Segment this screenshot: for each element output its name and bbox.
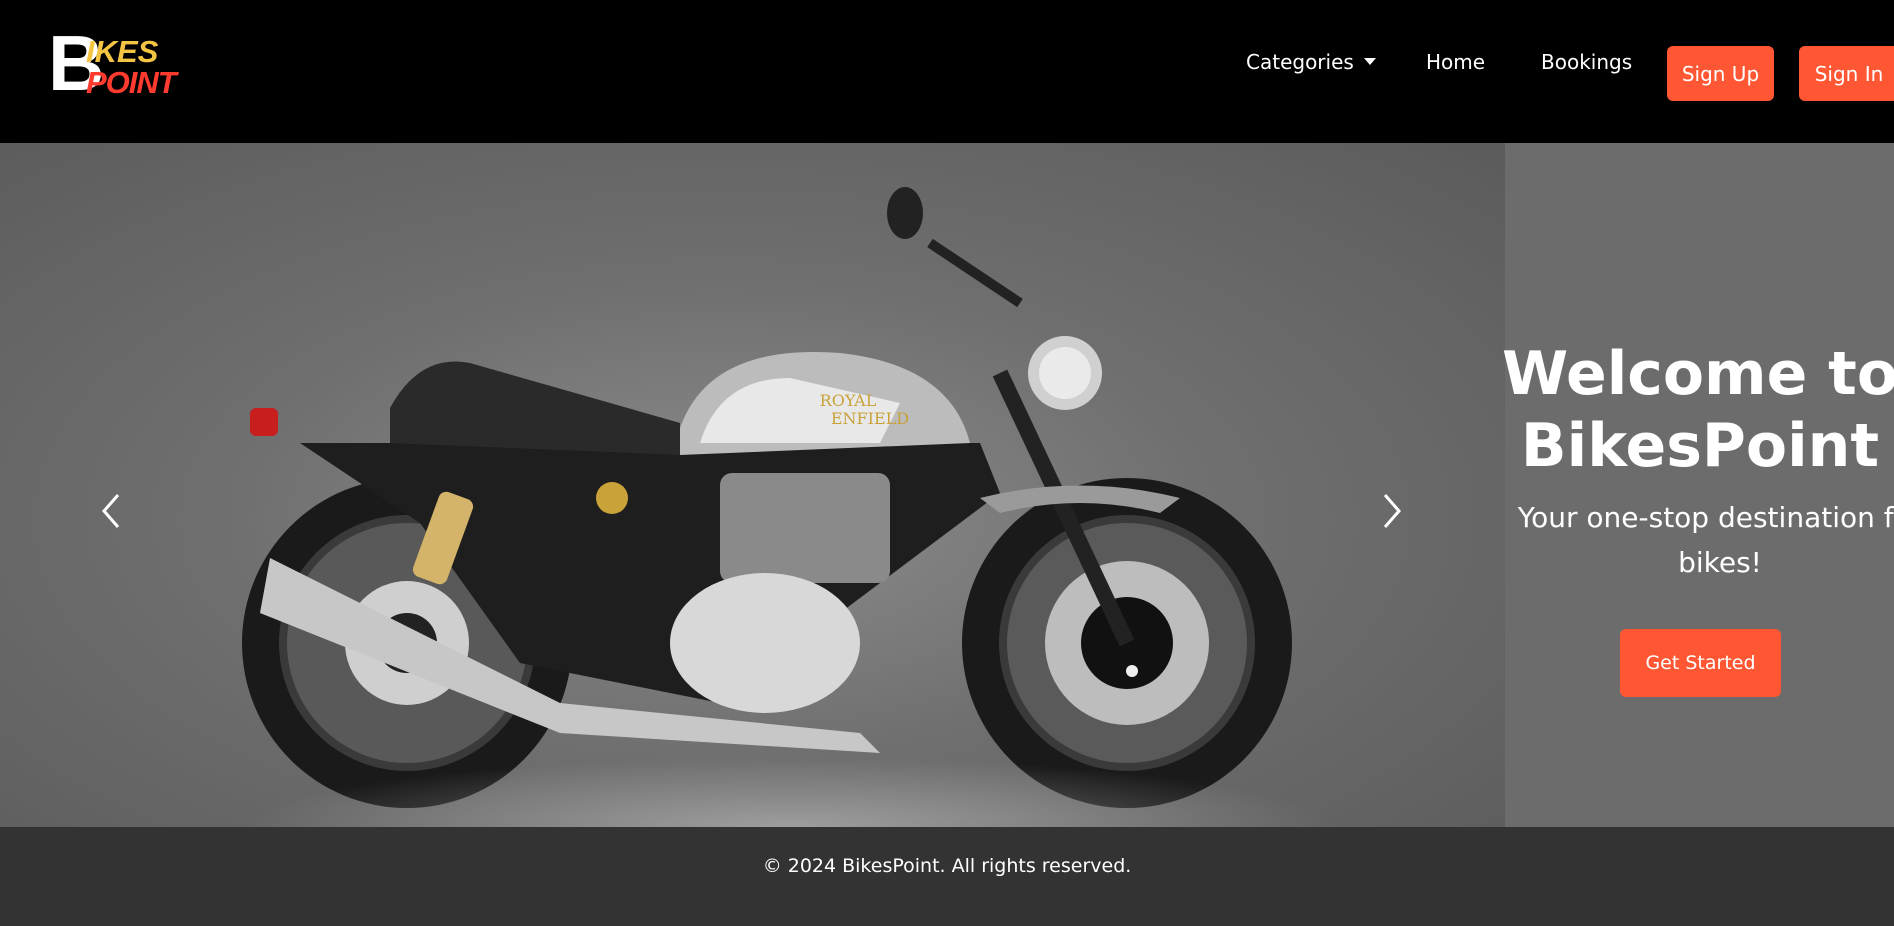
logo-bottom-text: POINT [86,65,177,100]
hero-title: Welcome to BikesPoint [1480,338,1894,482]
brand-logo[interactable]: B IKES POINT [48,24,177,102]
hero-carousel: ROYAL ENFIELD Welcome to BikesPoint Your… [0,143,1894,827]
motorcycle-illustration: ROYAL ENFIELD [242,187,1292,808]
hero-subtitle: Your one-stop destination for bikes! [1500,495,1894,585]
get-started-button[interactable]: Get Started [1620,629,1781,697]
footer: © 2024 BikesPoint. All rights reserved. [0,827,1894,926]
logo-top-text: IKES [86,34,159,69]
hero-title-line2: BikesPoint [1520,411,1880,481]
carousel-next-button[interactable] [1377,491,1407,531]
nav-categories-label: Categories [1246,50,1354,74]
caret-down-icon [1363,58,1376,65]
nav-home-link[interactable]: Home [1426,48,1485,76]
hero-title-line1: Welcome to [1501,339,1894,409]
nav-categories-dropdown[interactable]: Categories [1246,48,1376,76]
signup-button[interactable]: Sign Up [1667,46,1774,101]
navbar: B IKES POINT Categories Home Bookings Si… [0,0,1894,143]
hero-subtitle-line2: bikes! [1678,546,1762,579]
footer-copyright: © 2024 BikesPoint. All rights reserved. [762,855,1132,877]
carousel-prev-button[interactable] [96,491,126,531]
tank-brand-line1: ROYAL [820,391,877,410]
chevron-left-icon [102,494,120,528]
tank-brand-line2: ENFIELD [831,409,909,428]
hero-bike-image: ROYAL ENFIELD [0,143,1505,827]
hero-subtitle-line1: Your one-stop destination for [1517,501,1894,534]
chevron-right-icon [1383,494,1401,528]
signin-button[interactable]: Sign In [1799,46,1894,101]
nav-bookings-link[interactable]: Bookings [1541,48,1632,76]
